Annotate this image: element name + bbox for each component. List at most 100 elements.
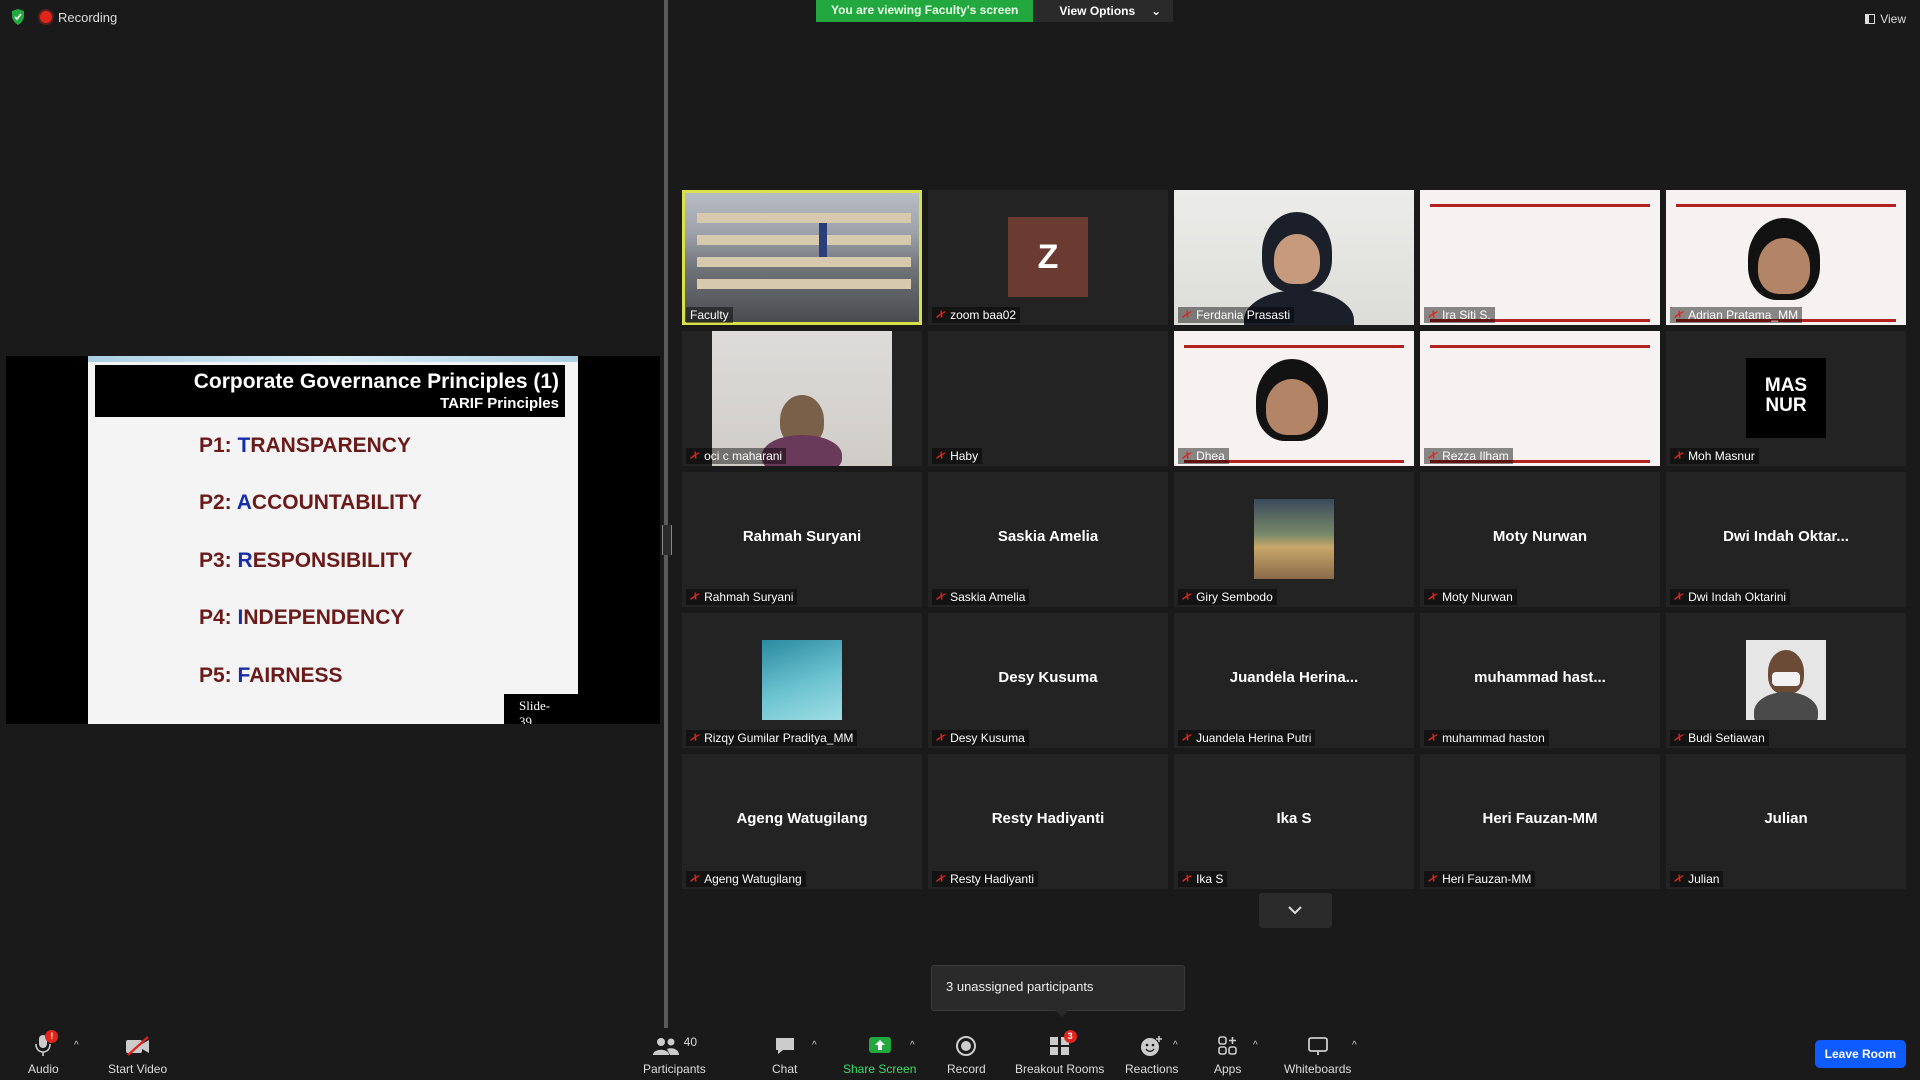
start-video-button[interactable]: Start Video — [108, 1034, 167, 1076]
participant-tile[interactable]: Faculty — [682, 190, 922, 325]
participant-tile[interactable]: Juandela Herina... ✗ Juandela Herina Putri — [1174, 613, 1414, 748]
whiteboards-options-caret-icon[interactable]: ^ — [1352, 1040, 1357, 1051]
participant-display-name: Ika S — [1276, 810, 1312, 827]
participant-display-name: Desy Kusuma — [998, 669, 1098, 686]
participant-tile[interactable]: Saskia Amelia ✗ Saskia Amelia — [928, 472, 1168, 607]
participant-tile[interactable]: ✗ Giry Sembodo — [1174, 472, 1414, 607]
slide-subtitle: TARIF Principles — [440, 395, 559, 412]
participant-tile[interactable]: Rahmah Suryani ✗ Rahmah Suryani — [682, 472, 922, 607]
background-bar — [1430, 204, 1650, 207]
participant-tile[interactable]: ✗ Ira Siti S. — [1420, 190, 1660, 325]
record-button[interactable]: Record — [947, 1034, 986, 1076]
participant-tile[interactable]: ✗ Rezza Ilham — [1420, 331, 1660, 466]
muted-mic-icon: ✗ — [1671, 447, 1687, 465]
muted-mic-icon: ✗ — [933, 306, 949, 324]
participants-button[interactable]: 40 Participants — [643, 1034, 706, 1076]
classroom-video — [685, 193, 919, 322]
participant-tile[interactable]: Ika S ✗ Ika S — [1174, 754, 1414, 889]
apps-options-caret-icon[interactable]: ^ — [1253, 1040, 1258, 1051]
whiteboard-icon — [1307, 1037, 1328, 1055]
slide-number: Slide-39 — [504, 694, 578, 724]
participant-tile[interactable]: Julian ✗ Julian — [1666, 754, 1906, 889]
reactions-button[interactable]: Reactions — [1125, 1034, 1178, 1076]
participant-video — [712, 331, 892, 466]
participant-tile[interactable]: ✗ oci c maharani — [682, 331, 922, 466]
audio-button[interactable]: ! Audio — [28, 1030, 59, 1076]
participant-tile[interactable]: Dwi Indah Oktar... ✗ Dwi Indah Oktarini — [1666, 472, 1906, 607]
viewing-screen-label: You are viewing Faculty's screen — [816, 0, 1034, 22]
chat-button[interactable]: Chat — [772, 1034, 797, 1076]
reactions-options-caret-icon[interactable]: ^ — [1173, 1040, 1178, 1051]
participant-tile[interactable]: Resty Hadiyanti ✗ Resty Hadiyanti — [928, 754, 1168, 889]
divider-drag-handle[interactable] — [662, 525, 672, 555]
share-screen-button[interactable]: Share Screen — [843, 1034, 916, 1076]
participant-name-label: ✗ Haby — [932, 448, 983, 464]
participant-display-name: Moty Nurwan — [1492, 528, 1588, 545]
virtual-background — [1420, 190, 1660, 325]
participant-name-label: ✗ Ika S — [1178, 871, 1228, 887]
participant-tile[interactable]: ✗ Dhea — [1174, 331, 1414, 466]
participant-name-label: ✗ Saskia Amelia — [932, 589, 1030, 605]
participant-tile[interactable]: Moty Nurwan ✗ Moty Nurwan — [1420, 472, 1660, 607]
participant-name-label: ✗ Resty Hadiyanti — [932, 871, 1039, 887]
slide-principle-item: P2: ACCOUNTABILITY — [199, 491, 422, 514]
participant-name-label: ✗ Adrian Pratama_MM — [1670, 306, 1803, 324]
participant-tile[interactable]: ✗ Budi Setiawan — [1666, 613, 1906, 748]
participant-name-label: ✗ muhammad haston — [1424, 730, 1549, 746]
recording-dot-icon — [40, 11, 52, 23]
participant-name-label: ✗ Moh Masnur — [1670, 448, 1759, 464]
muted-mic-icon: ✗ — [1671, 588, 1687, 606]
participant-tile[interactable]: ✗ Haby — [928, 331, 1168, 466]
participant-tile[interactable]: Z ✗ zoom baa02 — [928, 190, 1168, 325]
presentation-slide: Corporate Governance Principles (1) TARI… — [88, 356, 578, 724]
desk-shape — [697, 235, 911, 245]
whiteboards-button[interactable]: Whiteboards — [1284, 1034, 1351, 1076]
chat-options-caret-icon[interactable]: ^ — [812, 1040, 817, 1051]
meeting-toolbar: ! Audio ^ Start Video 40 Participants Ch… — [0, 1028, 1920, 1080]
participant-display-name: Heri Fauzan-MM — [1482, 810, 1598, 827]
muted-mic-icon: ✗ — [687, 729, 703, 747]
recording-indicator[interactable]: Recording — [40, 10, 117, 25]
person-face — [1274, 234, 1320, 284]
security-shield-icon[interactable] — [10, 8, 26, 26]
muted-mic-icon: ✗ — [1671, 870, 1687, 888]
participant-tile[interactable]: MAS NUR ✗ Moh Masnur — [1666, 331, 1906, 466]
view-options-button[interactable]: View Options ⌄ — [1033, 0, 1174, 22]
split-divider[interactable] — [664, 0, 668, 1028]
muted-mic-icon: ✗ — [687, 447, 703, 465]
participant-tile[interactable]: Heri Fauzan-MM ✗ Heri Fauzan-MM — [1420, 754, 1660, 889]
participant-tile[interactable]: muhammad hast... ✗ muhammad haston — [1420, 613, 1660, 748]
participant-tile[interactable]: Desy Kusuma ✗ Desy Kusuma — [928, 613, 1168, 748]
audio-options-caret-icon[interactable]: ^ — [74, 1040, 79, 1051]
chevron-down-icon — [1288, 906, 1302, 915]
muted-mic-icon: ✗ — [1179, 447, 1195, 465]
breakout-rooms-button[interactable]: 3 Breakout Rooms — [1015, 1030, 1104, 1076]
share-options-caret-icon[interactable]: ^ — [910, 1040, 915, 1051]
show-more-participants-button[interactable] — [1259, 893, 1332, 928]
participant-display-name: Dwi Indah Oktar... — [1723, 528, 1849, 545]
profile-photo — [1254, 499, 1334, 579]
muted-mic-icon: ✗ — [1671, 306, 1687, 324]
slide-principle-item: P4: INDEPENDENCY — [199, 606, 405, 629]
background-bar — [1184, 345, 1404, 348]
slide-principle-item: P3: RESPONSIBILITY — [199, 549, 413, 572]
view-button[interactable]: View — [1865, 12, 1906, 26]
avatar: Z — [1008, 217, 1088, 297]
meeting-status: Recording — [10, 8, 117, 26]
participant-tile[interactable]: ✗ Ferdania Prasasti — [1174, 190, 1414, 325]
muted-mic-icon: ✗ — [687, 870, 703, 888]
reactions-smiley-icon — [1140, 1036, 1162, 1056]
person-body — [1754, 692, 1818, 720]
participant-display-name: Resty Hadiyanti — [991, 810, 1105, 827]
participant-tile[interactable]: ✗ Rizqy Gumilar Praditya_MM — [682, 613, 922, 748]
apps-button[interactable]: Apps — [1214, 1034, 1241, 1076]
slide-title: Corporate Governance Principles (1) — [193, 370, 559, 393]
unassigned-participants-tooltip: 3 unassigned participants — [931, 965, 1185, 1017]
shared-screen: Corporate Governance Principles (1) TARI… — [6, 356, 660, 724]
participant-tile[interactable]: ✗ Adrian Pratama_MM — [1666, 190, 1906, 325]
leave-room-button[interactable]: Leave Room — [1814, 1040, 1906, 1068]
participant-tile[interactable]: Ageng Watugilang ✗ Ageng Watugilang — [682, 754, 922, 889]
participants-icon — [652, 1038, 679, 1055]
participant-name-label: ✗ Rezza Ilham — [1424, 448, 1513, 464]
viewing-banner: You are viewing Faculty's screen View Op… — [816, 0, 1174, 22]
